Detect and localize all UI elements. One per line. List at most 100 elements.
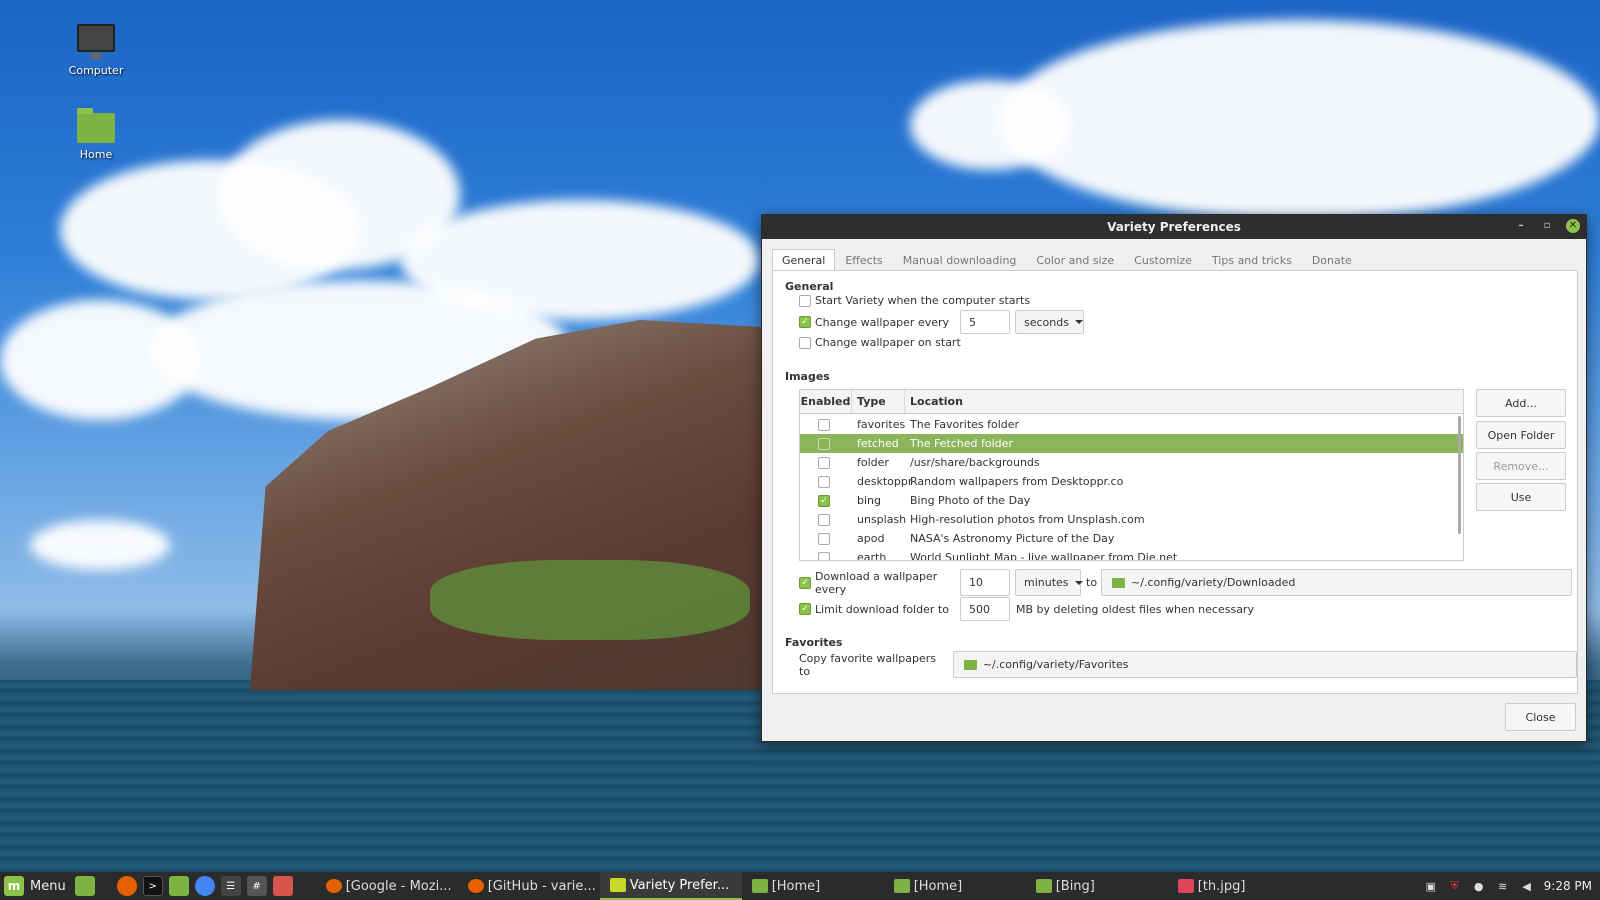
task-list-icon[interactable]: ☰ <box>220 876 241 896</box>
maximize-icon[interactable]: ▫ <box>1540 219 1554 233</box>
download-interval-input[interactable]: 10 <box>960 569 1010 596</box>
favorites-label: Copy favorite wallpapers to <box>799 651 936 678</box>
user-icon[interactable]: ● <box>1472 879 1486 893</box>
dropdown-value: seconds <box>1024 315 1069 329</box>
change-interval-input[interactable]: 5 <box>960 310 1010 334</box>
favorites-row: Copy favorite wallpapers to ~/.config/va… <box>799 651 1577 678</box>
taskbar-item-home-2[interactable]: [Home] <box>884 872 1026 900</box>
general-panel: General Start Variety when the computer … <box>772 270 1578 694</box>
favorites-folder-chooser[interactable]: ~/.config/variety/Favorites <box>952 651 1577 678</box>
window-titlebar[interactable]: Variety Preferences – ▫ ✕ <box>762 215 1586 239</box>
open-folder-button[interactable]: Open Folder <box>1476 421 1566 449</box>
limit-checkbox[interactable]: ✓ <box>799 603 811 615</box>
taskbar-item-bing[interactable]: [Bing] <box>1026 872 1168 900</box>
desktop-icon-home[interactable]: Home <box>56 108 136 161</box>
download-folder-path: ~/.config/variety/Downloaded <box>1131 576 1296 589</box>
taskbar-item-label: [Home] <box>771 878 821 894</box>
tab-customize[interactable]: Customize <box>1124 249 1202 272</box>
close-button[interactable]: Close <box>1505 703 1576 731</box>
taskbar-item-home-1[interactable]: [Home] <box>742 872 884 900</box>
tab-color-and-size[interactable]: Color and size <box>1026 249 1124 272</box>
download-checkbox[interactable]: ✓ <box>799 576 811 589</box>
table-row[interactable]: unsplash High-resolution photos from Uns… <box>800 510 1463 529</box>
desktop-icon-computer[interactable]: Computer <box>56 24 136 77</box>
general-heading: General <box>785 280 834 293</box>
download-folder-chooser[interactable]: ~/.config/variety/Downloaded <box>1101 569 1573 596</box>
tab-tips-and-tricks[interactable]: Tips and tricks <box>1202 249 1302 272</box>
table-row[interactable]: desktoppr Random wallpapers from Desktop… <box>800 472 1463 491</box>
tab-effects[interactable]: Effects <box>835 249 892 272</box>
table-scrollbar[interactable] <box>1458 416 1461 534</box>
enabled-checkbox[interactable] <box>818 551 830 560</box>
tab-bar: General Effects Manual downloading Color… <box>772 249 1362 272</box>
close-icon[interactable]: ✕ <box>1566 219 1580 233</box>
change-every-checkbox[interactable]: ✓ <box>799 316 811 328</box>
table-row[interactable]: folder /usr/share/backgrounds <box>800 453 1463 472</box>
change-on-start-row[interactable]: Change wallpaper on start <box>799 336 961 349</box>
taskbar-item-firefox-google[interactable]: [Google - Mozi... <box>316 872 458 900</box>
chrome-icon[interactable] <box>194 876 215 896</box>
change-interval-unit-dropdown[interactable]: seconds <box>1015 310 1084 334</box>
limit-label: Limit download folder to <box>815 602 949 616</box>
table-row[interactable]: earth World Sunlight Map - live wallpape… <box>800 548 1463 561</box>
download-to-label: to <box>1086 576 1098 589</box>
minimize-icon[interactable]: – <box>1514 219 1528 233</box>
table-row[interactable]: favorites The Favorites folder <box>800 415 1463 434</box>
tab-manual-downloading[interactable]: Manual downloading <box>893 249 1027 272</box>
start-on-boot-row[interactable]: Start Variety when the computer starts <box>799 294 1030 307</box>
folder-icon <box>751 879 768 893</box>
volume-icon[interactable]: ◀ <box>1520 879 1534 893</box>
add-source-button[interactable]: Add... <box>1476 389 1566 417</box>
cloud <box>910 80 1070 170</box>
tab-general[interactable]: General <box>772 249 836 272</box>
row-location: The Favorites folder <box>910 418 1020 431</box>
menu-button[interactable]: m Menu <box>0 872 72 900</box>
row-location: Random wallpapers from Desktoppr.co <box>910 475 1124 488</box>
taskbar-item-label: Variety Prefer... <box>629 877 730 893</box>
change-on-start-checkbox[interactable] <box>799 336 811 349</box>
use-source-button[interactable]: Use <box>1476 483 1566 511</box>
image-icon[interactable]: ▣ <box>1424 879 1438 893</box>
terminal-icon[interactable]: > <box>142 876 163 896</box>
table-row[interactable]: ✓ bing Bing Photo of the Day <box>800 491 1463 510</box>
column-header-type[interactable]: Type <box>852 390 905 413</box>
download-interval-unit-dropdown[interactable]: minutes <box>1015 569 1083 596</box>
column-header-enabled[interactable]: Enabled <box>800 390 852 413</box>
shield-icon[interactable]: ⛨ <box>1448 879 1462 893</box>
limit-size-input[interactable]: 500 <box>960 597 1010 621</box>
remove-source-button[interactable]: Remove... <box>1476 452 1566 480</box>
taskbar-item-firefox-github[interactable]: [GitHub - varie... <box>458 872 600 900</box>
computer-icon <box>76 24 116 60</box>
download-label: Download a wallpaper every <box>815 569 938 596</box>
row-location: World Sunlight Map - live wallpaper from… <box>910 551 1178 561</box>
table-row[interactable]: apod NASA's Astronomy Picture of the Day <box>800 529 1463 548</box>
wifi-icon[interactable]: ≋ <box>1496 879 1510 893</box>
taskbar-item-variety[interactable]: Variety Prefer... <box>599 872 742 900</box>
taskbar-item-label: [Bing] <box>1055 878 1095 894</box>
row-type: apod <box>857 532 885 545</box>
files-icon[interactable] <box>168 876 189 896</box>
table-row-selected[interactable]: fetched The Fetched folder <box>800 434 1463 453</box>
variety-preferences-window: Variety Preferences – ▫ ✕ General Effect… <box>761 214 1587 742</box>
enabled-checkbox[interactable]: ✓ <box>818 494 830 507</box>
favorites-folder-path: ~/.config/variety/Favorites <box>982 658 1129 671</box>
folder-icon <box>963 659 977 670</box>
enabled-checkbox[interactable] <box>818 475 830 488</box>
software-manager-icon[interactable] <box>272 876 293 896</box>
images-heading: Images <box>785 370 830 383</box>
column-header-location[interactable]: Location <box>905 390 1463 413</box>
enabled-checkbox[interactable] <box>818 532 830 545</box>
show-desktop-icon[interactable] <box>74 876 95 896</box>
enabled-checkbox[interactable] <box>818 513 830 526</box>
firefox-icon[interactable] <box>116 876 137 896</box>
enabled-checkbox[interactable] <box>818 456 830 469</box>
row-location: NASA's Astronomy Picture of the Day <box>910 532 1115 545</box>
clock[interactable]: 9:28 PM <box>1544 879 1592 893</box>
taskbar-item-image[interactable]: [th.jpg] <box>1168 872 1310 900</box>
enabled-checkbox[interactable] <box>818 418 830 431</box>
calculator-icon[interactable]: # <box>246 876 267 896</box>
start-on-boot-checkbox[interactable] <box>799 294 811 307</box>
enabled-checkbox[interactable] <box>818 437 830 450</box>
system-tray: ▣ ⛨ ● ≋ ◀ 9:28 PM <box>1424 872 1592 900</box>
tab-donate[interactable]: Donate <box>1302 249 1362 272</box>
